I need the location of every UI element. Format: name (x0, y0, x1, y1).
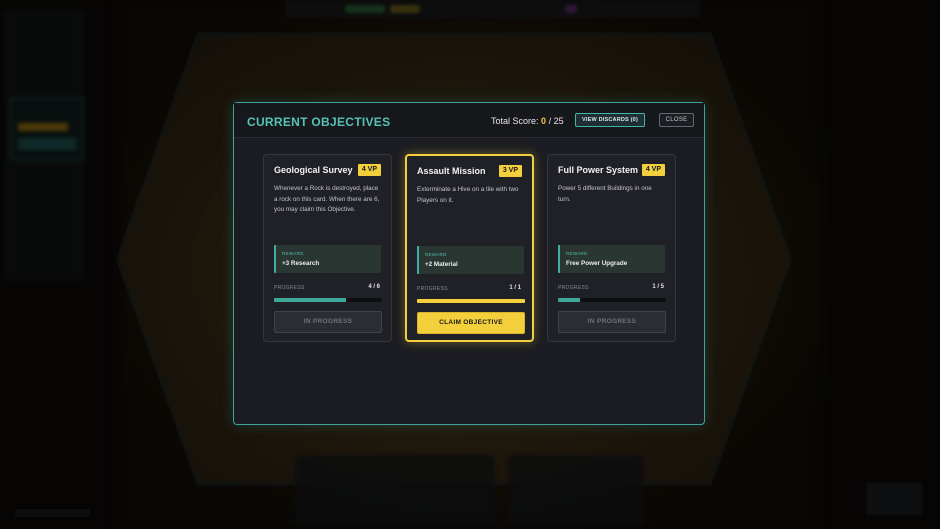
card-description: Exterminate a Hive on a tile with two Pl… (417, 186, 519, 204)
card-title: Assault Mission (417, 166, 486, 176)
card-description: Whenever a Rock is destroyed, place a ro… (274, 185, 380, 213)
card-title: Full Power System (558, 165, 639, 175)
vp-badge: 4 VP (357, 164, 381, 176)
objective-card-full-power-system: Full Power System 4 VP Power 5 different… (547, 154, 676, 342)
progress-fill (417, 299, 525, 303)
progress-bar (558, 298, 666, 302)
objective-card-geological-survey: Geological Survey 4 VP Whenever a Rock i… (263, 154, 392, 342)
card-title: Geological Survey (274, 165, 353, 175)
reward-label: REWARD (425, 252, 447, 257)
objective-card-assault-mission: Assault Mission 3 VP Exterminate a Hive … (405, 154, 534, 342)
reward-label: REWARD (282, 251, 304, 256)
progress-count: 1 / 5 (652, 284, 664, 290)
progress-label: PROGRESS (417, 286, 448, 292)
card-description: Power 5 different Buildings in one turn. (558, 185, 652, 203)
progress-label: PROGRESS (558, 285, 589, 291)
reward-value: +3 Research (282, 260, 320, 267)
in-progress-button: IN PROGRESS (274, 311, 382, 333)
objectives-modal: CURRENT OBJECTIVES Total Score: 0 / 25 V… (233, 102, 705, 425)
modal-title: CURRENT OBJECTIVES (247, 115, 391, 129)
reward-box: REWARD +2 Material (417, 246, 524, 274)
score-separator: / (546, 116, 554, 126)
reward-value: +2 Material (425, 261, 458, 268)
reward-box: REWARD Free Power Upgrade (558, 245, 665, 273)
progress-fill (558, 298, 580, 302)
total-score: Total Score: 0 / 25 (491, 116, 564, 126)
progress-fill (274, 298, 347, 302)
progress-count: 4 / 6 (368, 284, 380, 290)
progress-count: 1 / 1 (509, 285, 521, 291)
view-discards-button[interactable]: VIEW DISCARDS (0) (575, 113, 645, 127)
score-label: Total Score: (491, 116, 539, 126)
reward-label: REWARD (566, 251, 588, 256)
vp-badge: 3 VP (498, 165, 522, 177)
close-button[interactable]: CLOSE (659, 113, 694, 127)
progress-bar (274, 298, 382, 302)
vp-badge: 4 VP (641, 164, 665, 176)
in-progress-button: IN PROGRESS (558, 311, 666, 333)
progress-label: PROGRESS (274, 285, 305, 291)
score-max: 25 (553, 116, 564, 126)
reward-value: Free Power Upgrade (566, 260, 628, 267)
reward-box: REWARD +3 Research (274, 245, 381, 273)
progress-bar (417, 299, 525, 303)
modal-header: CURRENT OBJECTIVES Total Score: 0 / 25 V… (234, 103, 704, 138)
claim-objective-button[interactable]: CLAIM OBJECTIVE (417, 312, 525, 334)
